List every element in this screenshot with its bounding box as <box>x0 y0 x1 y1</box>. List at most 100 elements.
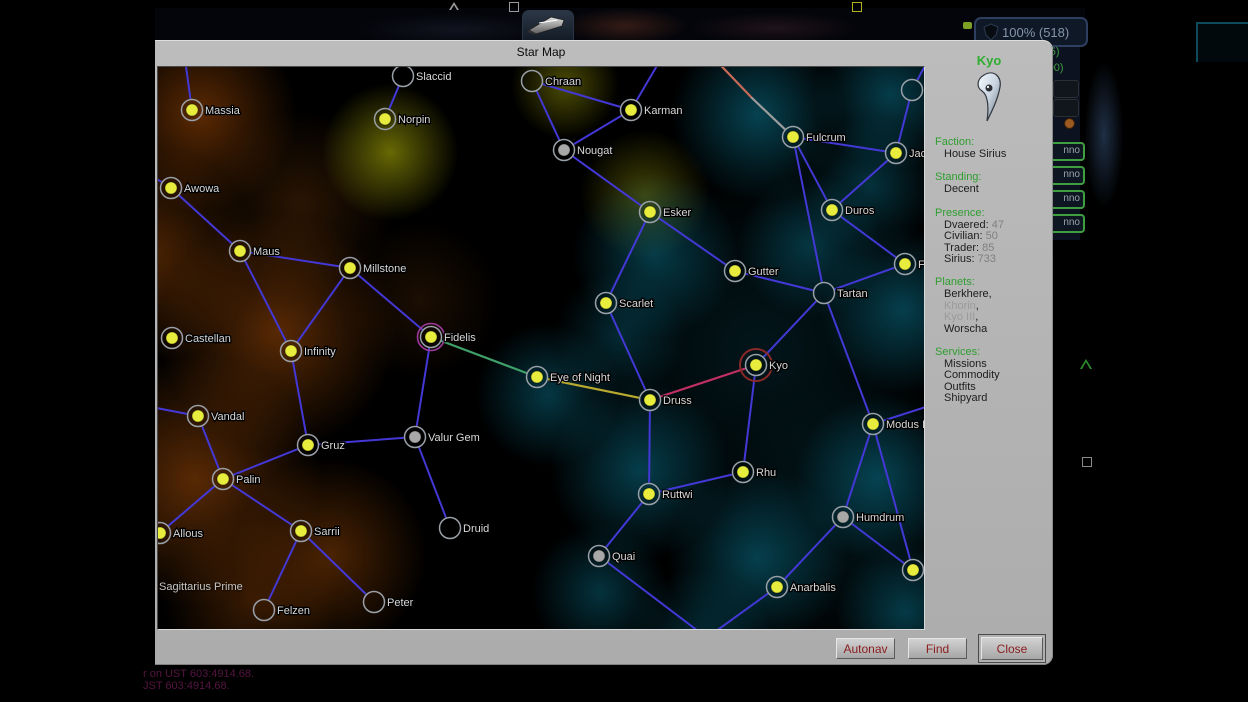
selected-system-name: Kyo <box>925 53 1053 68</box>
system-label: Chraan <box>545 76 581 88</box>
hud-triangle-icon <box>449 2 459 10</box>
service-row: Shipyard <box>944 393 1053 404</box>
map-system-peter[interactable]: Peter <box>364 592 414 613</box>
map-system-karman[interactable]: Karman <box>621 100 683 121</box>
map-system-felzen[interactable]: Felzen <box>254 600 311 621</box>
target-ship-thumbnail <box>522 10 574 41</box>
map-system-castellan[interactable]: Castellan <box>162 328 231 349</box>
presence-row: Sirius: 733 <box>944 254 1053 265</box>
radar-triangle-blip <box>1080 359 1092 369</box>
map-system-druid[interactable]: Druid <box>440 518 490 539</box>
map-system-rhu[interactable]: Rhu <box>733 462 777 483</box>
map-system-anarbalis[interactable]: Anarbalis <box>767 577 837 598</box>
map-system-nougat[interactable]: Nougat <box>554 140 613 161</box>
region-label: Sagittarius Prime <box>159 581 243 593</box>
star-map-window: Star Map Massia Norpin Slaccid Chraan Karman… <box>155 40 1053 665</box>
hud-status-dot <box>1064 118 1075 129</box>
faction-value: House Sirius <box>944 149 1053 160</box>
system-info-panel: Kyo Faction: House Sirius Standing: Dece… <box>925 40 1053 665</box>
hud-yellow-square-icon <box>852 2 862 12</box>
system-label: Scarlet <box>619 298 653 310</box>
system-label: Nougat <box>577 145 612 157</box>
system-label: Infinity <box>304 346 336 358</box>
system-label: Vandal <box>211 411 244 423</box>
map-system-infinity[interactable]: Infinity <box>281 341 337 362</box>
system-label: Karman <box>644 105 683 117</box>
map-system-f[interactable]: F <box>895 254 925 275</box>
map-system-scarlet[interactable]: Scarlet <box>596 293 654 314</box>
planet-row: Worscha <box>944 324 1053 335</box>
close-button[interactable]: Close <box>981 637 1043 660</box>
map-system-vandal[interactable]: Vandal <box>188 406 245 427</box>
map-system-kyo[interactable]: Kyo <box>740 349 788 381</box>
hud-led-icon <box>963 22 972 29</box>
map-system-sarrii[interactable]: Sarrii <box>291 521 340 542</box>
map-system-norpin[interactable]: Norpin <box>375 109 431 130</box>
map-system-allous[interactable]: Allous <box>158 523 203 544</box>
system-label: Maus <box>253 246 280 258</box>
map-system-palin[interactable]: Palin <box>213 469 261 490</box>
system-label: Awowa <box>184 183 220 195</box>
map-canvas: Massia Norpin Slaccid Chraan Karman Nougat Ful… <box>158 67 924 629</box>
system-label: Massia <box>205 105 241 117</box>
system-label: Fulcrum <box>806 132 846 144</box>
star-map-viewport[interactable]: Massia Norpin Slaccid Chraan Karman Nougat Ful… <box>157 66 925 630</box>
map-system-chraan[interactable]: Chraan <box>522 71 582 92</box>
system-label: Slaccid <box>416 71 451 83</box>
window-title: Star Map <box>158 45 924 59</box>
system-label: Quai <box>612 551 635 563</box>
system-label: Gutter <box>748 266 779 278</box>
map-system-massia[interactable]: Massia <box>182 100 241 121</box>
system-label: Peter <box>387 597 414 609</box>
faction-logo-sirius <box>925 71 1053 125</box>
map-system-jac[interactable]: Jac <box>886 143 925 164</box>
map-system-gutter[interactable]: Gutter <box>725 261 779 282</box>
find-button[interactable]: Find <box>908 638 967 659</box>
ship-sprite <box>523 11 571 39</box>
system-label: Tartan <box>837 288 868 300</box>
map-system-humdrum[interactable]: Humdrum <box>833 507 905 528</box>
map-system-maus[interactable]: Maus <box>230 241 281 262</box>
hud-button-2[interactable] <box>1053 99 1079 117</box>
radar-square-blip <box>1082 457 1092 467</box>
armor-value: 100% (518) <box>1002 25 1069 40</box>
system-label: Anarbalis <box>790 582 836 594</box>
map-system-quai[interactable]: Quai <box>589 546 636 567</box>
system-label: F <box>918 259 924 271</box>
system-label: Fidelis <box>444 332 476 344</box>
system-label: Millstone <box>363 263 406 275</box>
system-label: Castellan <box>185 333 231 345</box>
map-system-nw[interactable] <box>902 80 923 101</box>
system-label: Duros <box>845 205 875 217</box>
map-system-awowa[interactable]: Awowa <box>161 178 221 199</box>
system-label: Eye of Night <box>550 372 610 384</box>
map-system-tartan[interactable]: Tartan <box>814 283 868 304</box>
map-system-slaccid[interactable]: Slaccid <box>393 67 452 87</box>
system-label: Sarrii <box>314 526 340 538</box>
system-label: Gruz <box>321 440 345 452</box>
log-line: r on UST 603:4914.68. <box>143 668 254 680</box>
map-system-esker[interactable]: Esker <box>640 202 692 223</box>
system-label: Ruttwi <box>662 489 693 501</box>
system-label: Modus Manis <box>886 419 924 431</box>
system-label: Esker <box>663 207 691 219</box>
shield-icon <box>982 22 1000 42</box>
space-background <box>155 8 1085 42</box>
map-system-fidelis[interactable]: Fidelis <box>418 324 477 351</box>
autonav-button[interactable]: Autonav <box>836 638 895 659</box>
system-label: Rhu <box>756 467 776 479</box>
hud-square-icon <box>509 2 519 12</box>
map-system-gruz[interactable]: Gruz <box>298 435 345 456</box>
system-label: Norpin <box>398 114 430 126</box>
map-system-millstone[interactable]: Millstone <box>340 258 407 279</box>
system-label: Palin <box>236 474 260 486</box>
presence-list: Dvaered: 47Civilian: 50Trader: 85Sirius:… <box>925 220 1053 266</box>
system-label: Kyo <box>769 360 788 372</box>
standing-value: Decent <box>944 184 1053 195</box>
map-system-duros[interactable]: Duros <box>822 200 875 221</box>
map-system-se[interactable] <box>903 560 924 581</box>
hud-button-1[interactable] <box>1053 80 1079 98</box>
map-system-valur-gem[interactable]: Valur Gem <box>405 427 480 448</box>
system-label: Druid <box>463 523 489 535</box>
map-system-druss[interactable]: Druss <box>640 390 693 411</box>
